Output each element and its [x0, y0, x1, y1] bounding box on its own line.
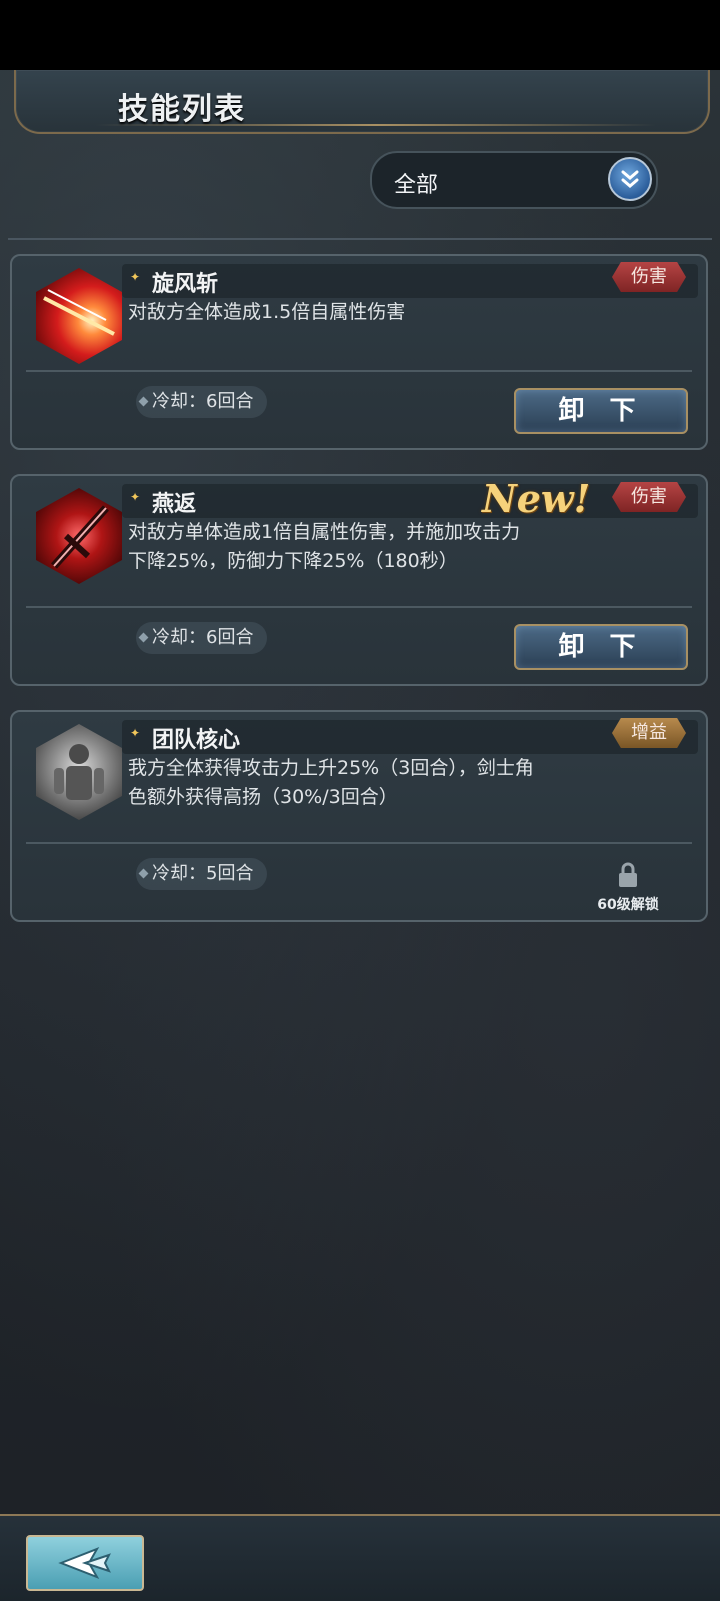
header-divider — [96, 124, 656, 126]
damage-tag: 伤害 — [612, 262, 686, 292]
star-icon: ✦ — [130, 726, 141, 740]
skill-description: 对敌方全体造成1.5倍自属性伤害 — [128, 301, 406, 323]
filter-label: 全部 — [394, 173, 439, 198]
skill-name: 燕返 — [152, 492, 197, 517]
cooldown-badge: 冷却：6回合 — [136, 386, 268, 418]
cooldown-text: 冷却：6回合 — [152, 627, 254, 648]
skill-name: 旋风斩 — [152, 272, 219, 297]
cooldown-text: 冷却：6回合 — [152, 391, 254, 412]
skill-description: 对敌方单体造成1倍自属性伤害，并施加攻击力下降25%，防御力下降25%（180秒… — [128, 521, 521, 572]
card-separator — [26, 842, 692, 844]
slash-skill-icon — [36, 268, 122, 364]
unlock-level-text: 60级解锁 — [597, 897, 659, 913]
skill-card[interactable]: ✦ 团队核心 增益 我方全体获得攻击力上升25%（3回合），剑士角色额外获得高扬… — [10, 710, 708, 922]
back-button[interactable] — [26, 1535, 144, 1591]
skill-description: 我方全体获得攻击力上升25%（3回合），剑士角色额外获得高扬（30%/3回合） — [128, 757, 534, 808]
card-separator — [26, 606, 692, 608]
skill-name: 团队核心 — [152, 728, 241, 753]
card-header-strip — [122, 484, 698, 518]
unequip-button[interactable]: 卸 下 — [514, 388, 688, 434]
back-arrow-icon — [58, 1547, 111, 1579]
lock-icon — [619, 862, 637, 887]
sword-skill-icon — [36, 488, 122, 584]
filter-dropdown[interactable]: 全部 — [370, 151, 658, 209]
lock-indicator: 60级解锁 — [588, 862, 668, 914]
unequip-button[interactable]: 卸 下 — [514, 624, 688, 670]
star-icon: ✦ — [130, 490, 141, 504]
cooldown-badge: 冷却：6回合 — [136, 622, 268, 654]
list-divider — [8, 238, 712, 240]
damage-tag: 伤害 — [612, 482, 686, 512]
chevron-double-down-icon[interactable] — [608, 157, 652, 201]
page-title: 技能列表 — [118, 92, 246, 127]
star-icon: ✦ — [130, 270, 141, 284]
skill-card[interactable]: ✦ 燕返 New! 伤害 对敌方单体造成1倍自属性伤害，并施加攻击力下降25%，… — [10, 474, 708, 686]
status-bar — [0, 0, 720, 70]
buff-tag: 增益 — [612, 718, 686, 748]
new-badge: New! — [482, 476, 591, 521]
knight-skill-icon — [36, 724, 122, 820]
diamond-icon — [138, 396, 149, 407]
card-separator — [26, 370, 692, 372]
cooldown-badge: 冷却：5回合 — [136, 858, 268, 890]
diamond-icon — [138, 868, 149, 879]
cooldown-text: 冷却：5回合 — [152, 863, 254, 884]
skill-card[interactable]: ✦ 旋风斩 伤害 对敌方全体造成1.5倍自属性伤害 冷却：6回合 卸 下 — [10, 254, 708, 450]
diamond-icon — [138, 632, 149, 643]
